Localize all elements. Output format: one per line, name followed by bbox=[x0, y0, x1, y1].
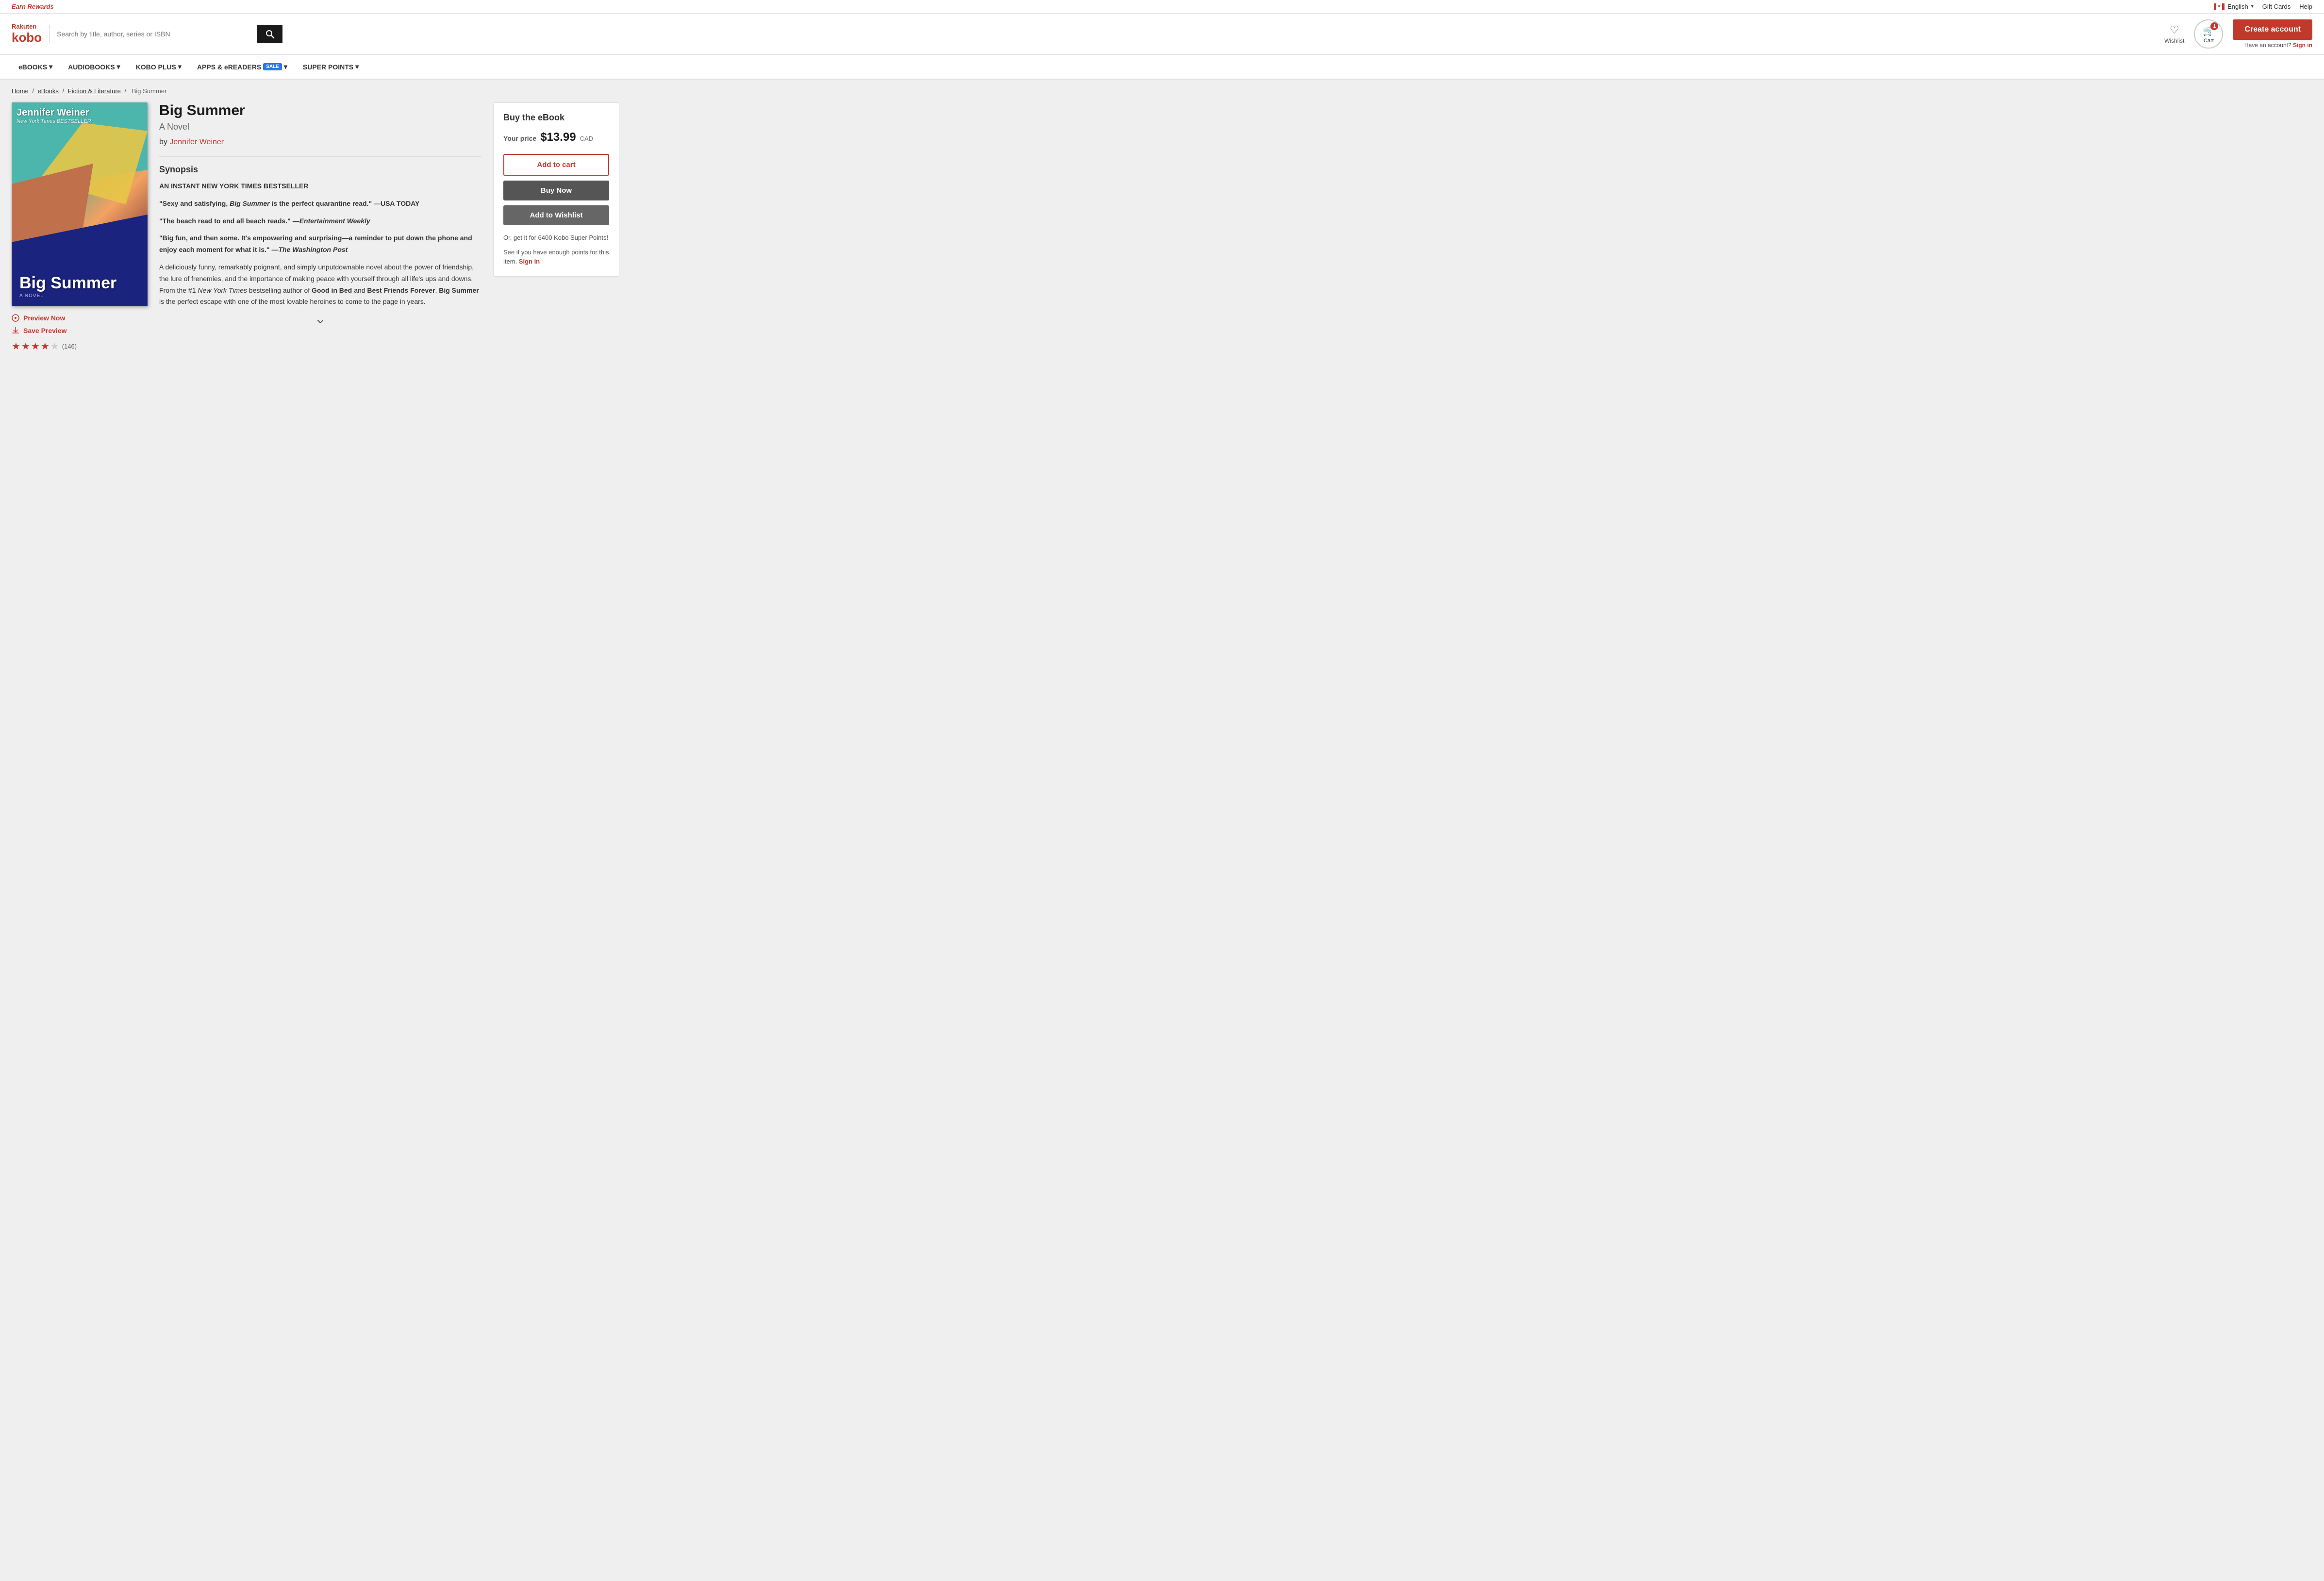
cover-author-top: Jennifer Weiner New York Times BESTSELLE… bbox=[17, 107, 143, 124]
create-account-button[interactable]: Create account bbox=[2233, 19, 2312, 40]
right-column: Buy the eBook Your price $13.99 CAD Add … bbox=[493, 102, 619, 352]
earn-rewards-label: Earn Rewards bbox=[12, 3, 54, 10]
language-selector[interactable]: English ▾ bbox=[2214, 3, 2254, 10]
star-4: ★ bbox=[41, 340, 50, 352]
star-1: ★ bbox=[12, 340, 20, 352]
cart-label: Cart bbox=[2204, 38, 2214, 44]
left-column: Jennifer Weiner New York Times BESTSELLE… bbox=[12, 102, 148, 352]
logo-link[interactable]: Rakuten kobo bbox=[12, 23, 42, 45]
book-cover: Jennifer Weiner New York Times BESTSELLE… bbox=[12, 102, 148, 306]
add-to-wishlist-button[interactable]: Add to Wishlist bbox=[503, 205, 609, 225]
book-actions: Preview Now Save Preview bbox=[12, 314, 148, 334]
main-nav: eBOOKS ▾ AUDIOBOOKS ▾ KOBO PLUS ▾ APPS &… bbox=[0, 55, 2324, 80]
price-row: Your price $13.99 CAD bbox=[503, 131, 609, 144]
breadcrumb-home[interactable]: Home bbox=[12, 87, 29, 95]
price-currency: CAD bbox=[580, 135, 593, 142]
kobo-points-text: Or, get it for 6400 Kobo Super Points! bbox=[503, 233, 609, 243]
koboplus-chevron-icon: ▾ bbox=[178, 63, 182, 71]
search-bar bbox=[50, 25, 282, 43]
purchase-box: Buy the eBook Your price $13.99 CAD Add … bbox=[493, 102, 619, 277]
sale-badge: SALE bbox=[263, 63, 282, 70]
sign-in-section: Have an account? Sign in bbox=[2244, 42, 2312, 49]
nav-kobo-plus[interactable]: KOBO PLUS ▾ bbox=[129, 55, 188, 79]
book-subtitle: A Novel bbox=[159, 122, 481, 132]
scroll-down-button[interactable] bbox=[159, 316, 481, 327]
synopsis-title: Synopsis bbox=[159, 165, 481, 175]
wishlist-button[interactable]: ♡ Wishlist bbox=[2164, 24, 2184, 44]
buy-now-button[interactable]: Buy Now bbox=[503, 181, 609, 200]
logo-kobo-text: kobo bbox=[12, 30, 42, 45]
price-label: Your price bbox=[503, 134, 536, 142]
synopsis-text: AN INSTANT NEW YORK TIMES BESTSELLER "Se… bbox=[159, 181, 481, 308]
nav-ebooks[interactable]: eBOOKS ▾ bbox=[12, 55, 59, 79]
language-chevron-icon: ▾ bbox=[2251, 4, 2254, 9]
header-right: ♡ Wishlist 1 🛒 Cart Create account Have … bbox=[2164, 19, 2312, 49]
canada-flag-icon bbox=[2214, 3, 2224, 10]
cart-badge: 1 bbox=[2210, 22, 2218, 30]
star-2: ★ bbox=[21, 340, 30, 352]
audiobooks-chevron-icon: ▾ bbox=[117, 63, 120, 71]
star-5: ★ bbox=[50, 340, 59, 352]
nav-apps-ereaders[interactable]: APPS & eREADERS SALE ▾ bbox=[190, 55, 294, 79]
breadcrumb-current: Big Summer bbox=[132, 87, 167, 95]
star-3: ★ bbox=[31, 340, 40, 352]
author-link[interactable]: Jennifer Weiner bbox=[169, 138, 224, 146]
top-bar: Earn Rewards English ▾ Gift Cards Help bbox=[0, 0, 2324, 14]
sign-in-points-text: See if you have enough points for this i… bbox=[503, 248, 609, 266]
nav-super-points[interactable]: SUPER POINTS ▾ bbox=[296, 55, 365, 79]
logo-rakuten-text: Rakuten bbox=[12, 23, 42, 30]
header: Rakuten kobo ♡ Wishlist 1 🛒 Cart Create … bbox=[0, 14, 2324, 55]
heart-icon: ♡ bbox=[2170, 24, 2179, 36]
wishlist-label: Wishlist bbox=[2164, 37, 2184, 44]
save-preview-button[interactable]: Save Preview bbox=[12, 327, 148, 334]
apps-chevron-icon: ▾ bbox=[284, 63, 287, 71]
ebooks-chevron-icon: ▾ bbox=[49, 63, 52, 71]
nav-audiobooks[interactable]: AUDIOBOOKS ▾ bbox=[61, 55, 127, 79]
breadcrumb: Home / eBooks / Fiction & Literature / B… bbox=[0, 80, 2324, 102]
book-title: Big Summer bbox=[159, 102, 481, 119]
buy-ebook-title: Buy the eBook bbox=[503, 113, 609, 123]
cart-button[interactable]: 1 🛒 Cart bbox=[2194, 19, 2223, 49]
help-link[interactable]: Help bbox=[2299, 3, 2312, 10]
ratings: ★ ★ ★ ★ ★ (146) bbox=[12, 340, 148, 352]
superpoints-chevron-icon: ▾ bbox=[355, 63, 359, 71]
gift-cards-link[interactable]: Gift Cards bbox=[2262, 3, 2291, 10]
sign-in-link[interactable]: Sign in bbox=[2293, 42, 2312, 49]
rating-count: (146) bbox=[62, 343, 77, 350]
middle-column: Big Summer A Novel by Jennifer Weiner Sy… bbox=[159, 102, 481, 352]
price-amount: $13.99 bbox=[540, 131, 576, 144]
cover-text: Big Summer A NOVEL bbox=[19, 275, 140, 299]
breadcrumb-ebooks[interactable]: eBooks bbox=[38, 87, 59, 95]
create-account-section: Create account Have an account? Sign in bbox=[2233, 19, 2312, 49]
language-label: English bbox=[2227, 3, 2248, 10]
book-author: by Jennifer Weiner bbox=[159, 138, 481, 147]
search-input[interactable] bbox=[50, 25, 257, 43]
main-content: Jennifer Weiner New York Times BESTSELLE… bbox=[0, 102, 631, 364]
preview-now-button[interactable]: Preview Now bbox=[12, 314, 148, 322]
divider bbox=[159, 156, 481, 157]
sign-in-points-link[interactable]: Sign in bbox=[519, 258, 540, 265]
search-button[interactable] bbox=[257, 25, 282, 43]
star-rating: ★ ★ ★ ★ ★ bbox=[12, 340, 59, 352]
breadcrumb-fiction[interactable]: Fiction & Literature bbox=[68, 87, 121, 95]
add-to-cart-button[interactable]: Add to cart bbox=[503, 154, 609, 176]
